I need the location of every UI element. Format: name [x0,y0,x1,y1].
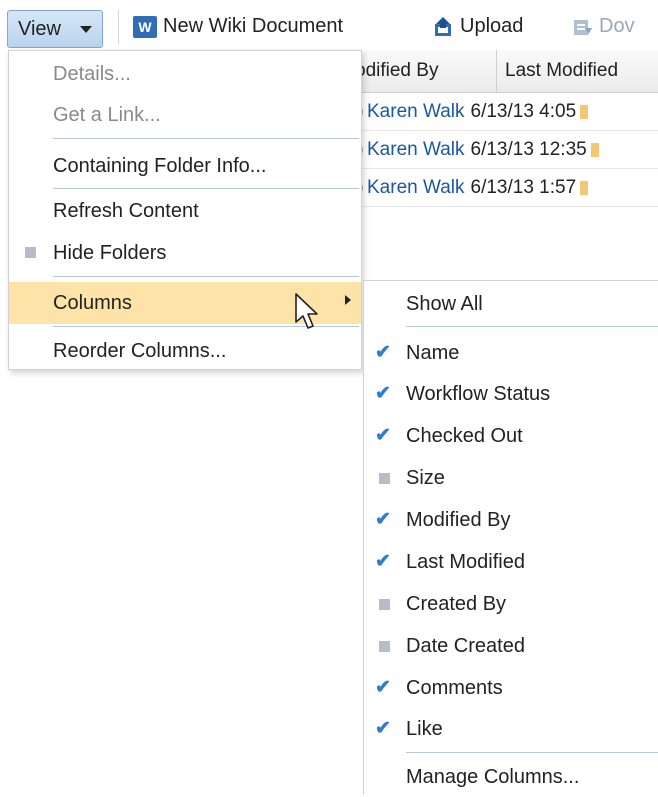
menu-item-label: Get a Link... [53,104,161,126]
checkmark-icon: ✔ [375,551,391,572]
checkmark-icon: ✔ [375,509,391,530]
menu-item-refresh-content[interactable]: Refresh Content [9,192,361,230]
submenu-item-label: Name [406,342,460,364]
menu-item-details[interactable]: Details... [9,55,361,93]
submenu-item-like[interactable]: ✔ Like [364,709,658,749]
last-modified-value: 6/13/13 4:05 [470,101,577,122]
menu-item-reorder-columns[interactable]: Reorder Columns... [9,332,361,370]
submenu-item-checked-out[interactable]: ✔ Checked Out [364,416,658,456]
menu-item-label: Columns [53,292,132,314]
checkmark-icon: ✔ [375,677,391,698]
submenu-item-label: Date Created [406,635,525,657]
submenu-item-created-by[interactable]: Created By [364,584,658,624]
submenu-item-show-all[interactable]: Show All [364,284,658,324]
submenu-item-name[interactable]: ✔ Name [364,333,658,373]
submenu-item-label: Comments [406,677,503,699]
download-label: Dov [599,15,635,37]
new-wiki-document-button[interactable]: W New Wiki Document [133,12,343,40]
submenu-item-comments[interactable]: ✔ Comments [364,668,658,708]
view-button-label: View [18,18,61,40]
status-flag-icon [580,180,589,195]
menu-item-containing-folder-info[interactable]: Containing Folder Info... [9,147,361,185]
unchecked-square-icon [379,599,390,610]
table-row[interactable]: Karen Walk 6/13/13 4:05 [355,93,658,131]
upload-label: Upload [460,15,524,37]
submenu-item-label: Checked Out [406,425,523,447]
view-menu-button[interactable]: View [7,10,103,48]
submenu-item-label: Created By [406,593,507,615]
table-row[interactable]: Karen Walk 6/13/13 1:57 [355,169,658,207]
submenu-item-label: Manage Columns... [406,766,580,788]
menu-item-label: Reorder Columns... [53,340,227,362]
checkmark-icon: ✔ [375,342,391,363]
menu-item-get-a-link[interactable]: Get a Link... [9,96,361,134]
checkmark-icon: ✔ [375,718,391,739]
download-button[interactable]: Dov [571,12,635,40]
submenu-item-label: Modified By [406,509,511,531]
menu-separator [406,752,658,753]
column-header-last-modified[interactable]: Last Modified [505,50,658,92]
last-modified-value: 6/13/13 12:35 [470,139,587,160]
modified-by-link[interactable]: Karen Walk [367,101,465,122]
modified-by-link[interactable]: Karen Walk [367,177,465,198]
menu-item-label: Details... [53,63,131,85]
submenu-item-label: Show All [406,293,483,315]
submenu-item-label: Last Modified [406,551,525,573]
submenu-item-manage-columns[interactable]: Manage Columns... [364,757,658,797]
submenu-item-date-created[interactable]: Date Created [364,626,658,666]
caret-down-icon [80,26,92,33]
unchecked-square-icon [379,641,390,652]
menu-item-label: Hide Folders [53,242,167,264]
column-header-modified-by[interactable]: odified By [355,50,497,92]
submenu-item-label: Workflow Status [406,383,551,405]
unchecked-square-icon [25,247,36,258]
submenu-arrow-icon [345,295,351,305]
status-flag-icon [580,104,589,119]
upload-icon [435,16,451,36]
unchecked-square-icon [379,473,390,484]
modified-by-link[interactable]: Karen Walk [367,139,465,160]
menu-item-label: Containing Folder Info... [53,155,267,177]
columns-submenu: Show All ✔ Name ✔ Workflow Status ✔ Chec… [363,280,658,795]
status-flag-icon [590,142,599,157]
new-wiki-document-label: New Wiki Document [163,15,344,37]
checkmark-icon: ✔ [375,383,391,404]
table-row[interactable]: Karen Walk 6/13/13 12:35 [355,131,658,169]
checkmark-icon: ✔ [375,425,391,446]
submenu-item-label: Size [406,467,445,489]
menu-separator [53,276,359,277]
menu-item-hide-folders[interactable]: Hide Folders [9,234,361,272]
toolbar: View W New Wiki Document Upload Dov [0,0,658,50]
submenu-item-workflow-status[interactable]: ✔ Workflow Status [364,374,658,414]
submenu-item-last-modified[interactable]: ✔ Last Modified [364,542,658,582]
menu-item-label: Refresh Content [53,200,199,222]
upload-button[interactable]: Upload [432,12,523,40]
menu-separator [53,188,359,189]
menu-separator [53,138,359,139]
download-icon [574,19,592,35]
submenu-item-modified-by[interactable]: ✔ Modified By [364,500,658,540]
submenu-item-size[interactable]: Size [364,458,658,498]
last-modified-value: 6/13/13 1:57 [470,177,577,198]
table-header: odified By Last Modified [355,50,658,93]
mouse-pointer-icon [295,293,318,329]
wiki-document-icon: W [133,15,157,38]
submenu-item-label: Like [406,718,443,740]
menu-separator [406,326,658,327]
toolbar-divider [118,10,119,44]
